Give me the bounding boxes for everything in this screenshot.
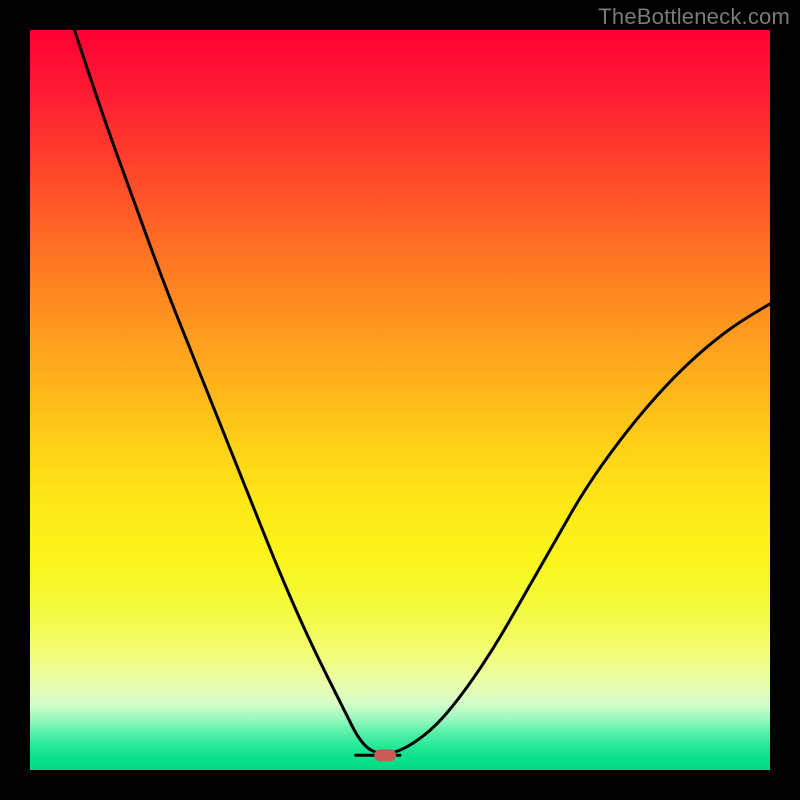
watermark-text: TheBottleneck.com bbox=[598, 4, 790, 30]
chart-frame: TheBottleneck.com bbox=[0, 0, 800, 800]
bottleneck-marker bbox=[374, 749, 396, 761]
plot-area bbox=[30, 30, 770, 770]
plot-overlay bbox=[30, 30, 770, 770]
curve-right-branch bbox=[385, 304, 770, 755]
curve-left-branch bbox=[74, 30, 385, 755]
